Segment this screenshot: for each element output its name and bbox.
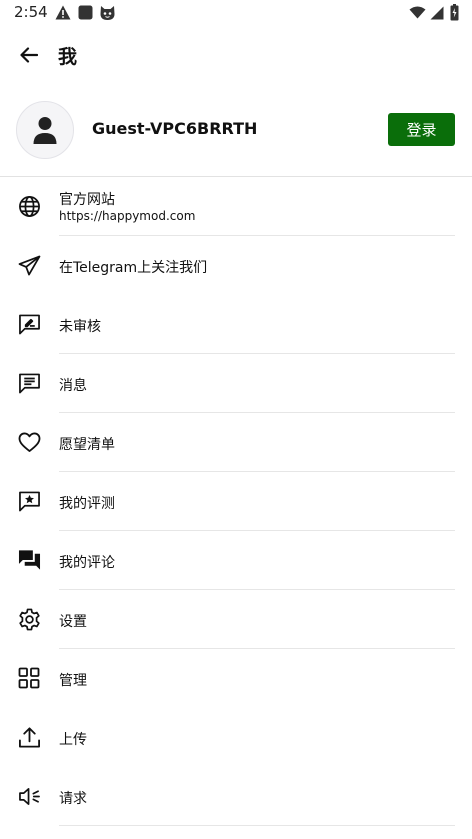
avatar[interactable]	[16, 101, 74, 159]
page-title: 我	[58, 46, 78, 68]
status-bar: 2:54	[0, 0, 472, 26]
review-star-icon	[17, 489, 41, 513]
menu-item-unreviewed[interactable]: 未审核	[0, 295, 472, 354]
message-icon	[17, 371, 41, 395]
menu-item-label: 消息	[59, 378, 87, 394]
warning-icon	[54, 4, 71, 21]
menu-item-messages[interactable]: 消息	[0, 354, 472, 413]
username: Guest-VPC6BRRTH	[92, 119, 258, 138]
menu-item-sublabel: https://happymod.com	[59, 209, 196, 223]
menu-item-wishlist[interactable]: 愿望清单	[0, 413, 472, 472]
menu-item-label: 未审核	[59, 319, 101, 335]
menu-list: 官方网站 https://happymod.com 在Telegram上关注我们…	[0, 177, 472, 826]
arrow-left-icon	[20, 47, 38, 63]
menu-item-label: 请求	[59, 791, 87, 807]
menu-item-my-comments[interactable]: 我的评论	[0, 531, 472, 590]
login-button[interactable]: 登录	[388, 113, 455, 146]
profile-section: Guest-VPC6BRRTH 登录	[0, 98, 472, 164]
divider	[59, 825, 455, 826]
telegram-send-icon	[17, 253, 41, 277]
menu-item-upload[interactable]: 上传	[0, 708, 472, 767]
heart-icon	[17, 430, 41, 454]
cat-face-icon	[99, 4, 116, 21]
app-bar: 我	[0, 28, 472, 82]
menu-item-request[interactable]: 请求	[0, 767, 472, 826]
menu-item-label: 设置	[59, 614, 87, 630]
menu-item-label: 管理	[59, 673, 87, 689]
signal-icon	[428, 4, 445, 21]
pending-review-icon	[17, 312, 41, 336]
menu-item-settings[interactable]: 设置	[0, 590, 472, 649]
battery-icon	[446, 4, 463, 21]
square-notification-icon	[77, 4, 94, 21]
person-icon	[33, 117, 57, 144]
back-button[interactable]	[14, 41, 44, 69]
menu-item-official-website[interactable]: 官方网站 https://happymod.com	[0, 177, 472, 236]
menu-item-label: 上传	[59, 732, 87, 748]
wifi-icon	[409, 4, 426, 21]
globe-icon	[17, 194, 41, 218]
menu-item-manage[interactable]: 管理	[0, 649, 472, 708]
status-time: 2:54	[14, 3, 48, 21]
upload-icon	[17, 725, 41, 749]
menu-item-label: 我的评论	[59, 555, 115, 571]
megaphone-icon	[17, 784, 41, 808]
settings-gear-icon	[17, 607, 41, 631]
grid-manage-icon	[17, 666, 41, 690]
menu-item-label: 我的评测	[59, 496, 115, 512]
comments-icon	[17, 548, 41, 572]
menu-item-telegram[interactable]: 在Telegram上关注我们	[0, 236, 472, 295]
menu-item-label: 愿望清单	[59, 437, 115, 453]
menu-item-label: 在Telegram上关注我们	[59, 260, 208, 276]
menu-item-my-reviews[interactable]: 我的评测	[0, 472, 472, 531]
menu-item-label: 官方网站	[59, 192, 115, 208]
